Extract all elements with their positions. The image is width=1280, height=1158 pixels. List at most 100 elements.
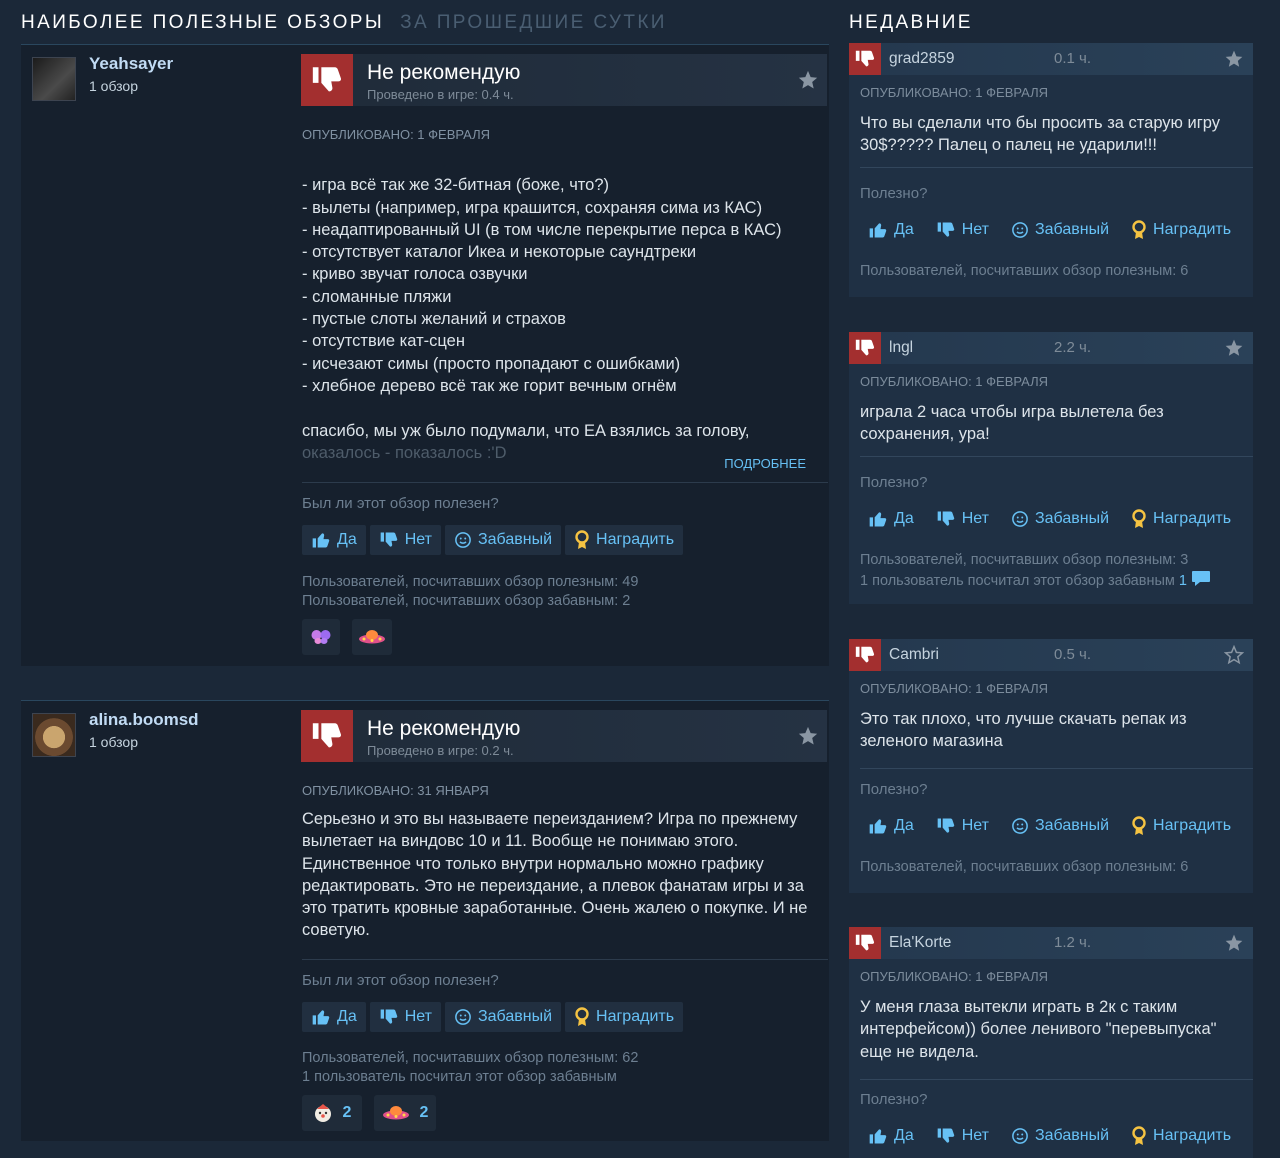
award-ribbon-icon [575,1007,589,1026]
verdict-bar[interactable]: Не рекомендую Проведено в игре: 0.2 ч. [301,710,827,762]
vote-no-button[interactable]: Нет [932,811,993,841]
vote-no-button[interactable]: Нет [932,504,993,534]
vote-no-button[interactable]: Нет [932,1121,993,1151]
avatar[interactable] [32,57,76,101]
vote-funny-button[interactable]: Забавный [444,1002,562,1032]
star-icon[interactable] [1224,49,1244,74]
reviewer-name[interactable]: Cambri [889,646,939,664]
award-badge[interactable]: 2 [302,1095,362,1131]
vote-row: Да Нет Забавный Наградить [302,1002,684,1032]
posted-date: ОПУБЛИКОВАНО: 1 ФЕВРАЛЯ [302,127,491,142]
avatar[interactable] [32,713,76,757]
award-ribbon-icon [575,530,589,549]
award-badge[interactable] [302,619,340,655]
verdict-bar[interactable]: Не рекомендую Проведено в игре: 0.4 ч. [301,54,827,106]
award-button[interactable]: Наградить [1127,504,1235,534]
vote-row: Да Нет Забавный Наградить [864,1121,1235,1151]
vote-funny-button[interactable]: Забавный [444,525,562,555]
posted-date: ОПУБЛИКОВАНО: 1 ФЕВРАЛЯ [860,374,1049,389]
smiley-icon [1012,511,1028,527]
recent-review-header[interactable]: Ela'Korte 1.2 ч. [849,927,1253,959]
divider [302,959,828,960]
funny-count-line: 1 пользователь посчитал этот обзор забав… [860,570,1253,591]
vote-yes-button[interactable]: Да [302,525,366,555]
award-button[interactable]: Наградить [1127,811,1235,841]
comment-bubble-icon [1192,571,1210,586]
divider [860,167,1253,168]
helpful-question: Был ли этот обзор полезен? [302,495,499,512]
vote-funny-button[interactable]: Забавный [1007,504,1113,534]
award-label: Наградить [596,531,675,548]
review-text: Это так плохо, что лучше скачать репак и… [860,710,1187,751]
star-outline-icon[interactable] [1223,644,1245,670]
vote-no-button[interactable]: Нет [369,1002,441,1032]
author-review-count[interactable]: 1 обзор [89,78,173,94]
vote-row: Да Нет Забавный Наградить [864,811,1235,841]
funny-count: 1 пользователь посчитал этот обзор забав… [860,573,1175,589]
vote-yes-button[interactable]: Да [864,504,918,534]
vote-row: Да Нет Забавный Наградить [302,525,684,555]
review-stats: Пользователей, посчитавших обзор полезны… [860,858,1253,877]
vote-funny-button[interactable]: Забавный [1007,811,1113,841]
review-stats: Пользователей, посчитавших обзор полезны… [860,262,1253,281]
review-text: играла 2 часа чтобы игра вылетела без со… [860,403,1164,444]
award-button[interactable]: Наградить [1127,1121,1235,1151]
most-helpful-header: НАИБОЛЕЕ ПОЛЕЗНЫЕ ОБЗОРЫ ЗА ПРОШЕДШИЕ СУ… [21,0,829,46]
section-subtitle[interactable]: ЗА ПРОШЕДШИЕ СУТКИ [400,12,667,34]
vote-no-label: Нет [961,221,989,238]
reviewer-name[interactable]: grad2859 [889,50,955,68]
award-badge[interactable] [352,619,392,655]
verdict-title: Не рекомендую [367,717,521,740]
vote-yes-button[interactable]: Да [302,1002,366,1032]
review-text: Серьезно и это вы называете переизданием… [302,810,808,940]
review-author[interactable]: Yeahsayer 1 обзор [32,54,173,101]
playtime: 2.2 ч. [1054,339,1092,356]
helpful-count: Пользователей, посчитавших обзор полезны… [860,859,1189,875]
author-name[interactable]: alina.boomsd [89,710,199,730]
smiley-icon [1012,222,1028,238]
star-icon[interactable] [797,725,819,752]
section-title: НАИБОЛЕЕ ПОЛЕЗНЫЕ ОБЗОРЫ [21,12,385,33]
vote-yes-label: Да [894,817,914,834]
vote-funny-button[interactable]: Забавный [1007,1121,1113,1151]
recent-review-header[interactable]: Cambri 0.5 ч. [849,639,1253,671]
award-label: Наградить [1153,510,1232,527]
award-ribbon-icon [1132,1126,1146,1145]
review-card: Yeahsayer 1 обзор Не рекомендую Проведен… [21,44,829,666]
helpful-question: Полезно? [860,781,928,798]
divider [860,768,1253,769]
award-button[interactable]: Наградить [565,525,684,555]
star-icon[interactable] [797,69,819,96]
recent-review-header[interactable]: grad2859 0.1 ч. [849,43,1253,75]
funny-count: Пользователей, посчитавших обзор забавны… [302,593,631,609]
review-author[interactable]: alina.boomsd 1 обзор [32,710,199,757]
read-more-link[interactable]: ПОДРОБНЕЕ [724,456,806,471]
star-icon[interactable] [1224,933,1244,958]
vote-yes-button[interactable]: Да [864,811,918,841]
star-icon[interactable] [1224,338,1244,363]
award-badge[interactable]: 2 [374,1095,436,1131]
playtime: 1.2 ч. [1054,934,1092,951]
award-button[interactable]: Наградить [565,1002,684,1032]
posted-date: ОПУБЛИКОВАНО: 1 ФЕВРАЛЯ [860,85,1049,100]
author-review-count[interactable]: 1 обзор [89,734,199,750]
recent-review-card: lngl 2.2 ч. ОПУБЛИКОВАНО: 1 ФЕВРАЛЯ игра… [849,332,1253,604]
award-button[interactable]: Наградить [1127,215,1235,245]
award-count: 2 [342,1104,352,1121]
reviewer-name[interactable]: Ela'Korte [889,934,951,952]
thumbs-down-icon [849,927,881,959]
vote-yes-label: Да [894,221,914,238]
butterfly-award-icon [311,630,331,644]
vote-funny-label: Забавный [477,1008,553,1025]
award-count: 2 [419,1104,429,1121]
review-stats: Пользователей, посчитавших обзор полезны… [302,1049,638,1087]
awards-row [302,619,392,655]
reviewer-name[interactable]: lngl [889,339,913,357]
vote-no-button[interactable]: Нет [369,525,441,555]
recent-review-header[interactable]: lngl 2.2 ч. [849,332,1253,364]
vote-no-button[interactable]: Нет [932,215,993,245]
vote-yes-button[interactable]: Да [864,215,918,245]
author-name[interactable]: Yeahsayer [89,54,173,74]
vote-yes-button[interactable]: Да [864,1121,918,1151]
vote-funny-button[interactable]: Забавный [1007,215,1113,245]
